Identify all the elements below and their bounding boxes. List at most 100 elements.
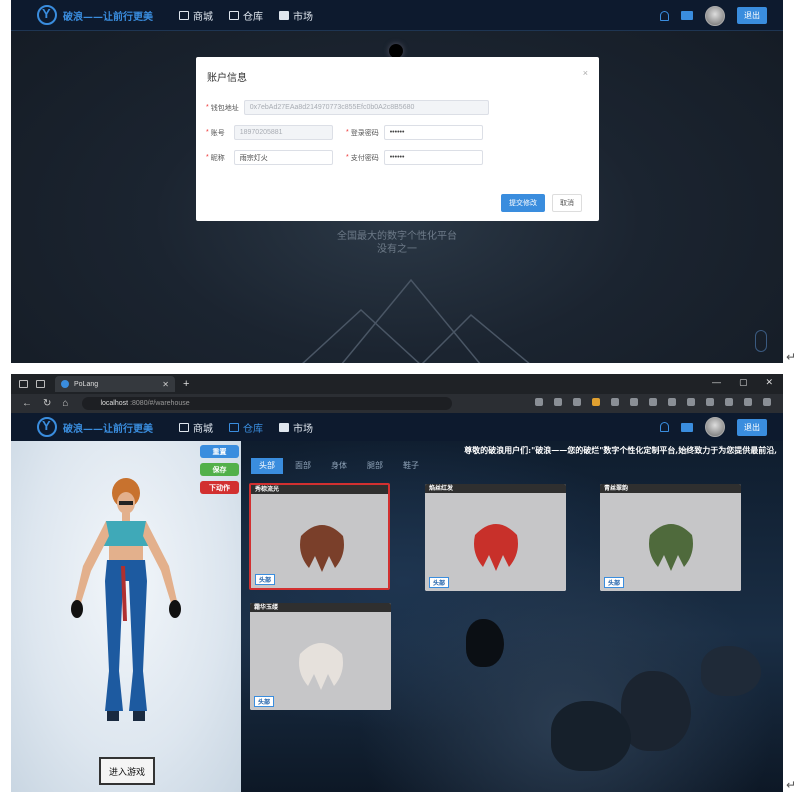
item-name: 青丝翠韵	[600, 484, 741, 493]
folder-icon[interactable]	[681, 422, 693, 432]
close-icon[interactable]: ×	[583, 68, 588, 78]
market-icon	[279, 10, 289, 20]
bell-icon[interactable]	[660, 10, 669, 21]
tab-legs[interactable]: 腿部	[359, 458, 391, 474]
extension-icon[interactable]	[687, 398, 695, 406]
logout-button[interactable]: 退出	[737, 7, 767, 24]
save-button[interactable]: 保存	[200, 463, 239, 476]
browser-tab[interactable]: PoLang ✕	[55, 376, 175, 392]
tab-actions-icon[interactable]	[36, 380, 45, 388]
hair-icon	[649, 524, 693, 571]
item-tag: 头部	[255, 574, 276, 585]
slogan: 全国最大的数字个性化平台 没有之一	[337, 231, 457, 255]
top-nav: 破浪——让前行更美 商城 仓库 市场 退出	[11, 0, 783, 31]
item-card[interactable]: 青丝翠韵 头部	[600, 484, 741, 591]
nav-item-market[interactable]: 市场	[279, 413, 313, 441]
window-controls: — ▢ ✕	[712, 377, 773, 388]
login-password-row: * 登录密码 ••••••	[346, 125, 483, 140]
nickname-row: * 昵称 雨宗灯火	[206, 150, 333, 165]
hair-icon	[474, 524, 518, 571]
extension-icon[interactable]	[535, 398, 543, 406]
extension-icon[interactable]	[630, 398, 638, 406]
mountain-graphic	[302, 278, 530, 363]
url-input[interactable]: localhost:8080/#/warehouse	[82, 397, 453, 410]
character-model[interactable]	[61, 471, 191, 741]
maximize-icon[interactable]: ▢	[739, 377, 748, 388]
account-info-dialog: 账户信息 × * 钱包地址 0x7ebAd27EAa8d214970773c855…	[196, 57, 599, 221]
tab-close-icon[interactable]: ✕	[162, 380, 169, 389]
item-card[interactable]: 秀棕流光 头部	[249, 483, 390, 590]
account-row: * 账号 18970205881	[206, 125, 333, 140]
home-icon[interactable]: ⌂	[62, 398, 68, 409]
item-name: 焰丝红发	[425, 484, 566, 493]
item-tag: 头部	[254, 696, 275, 707]
category-tabs: 头部 面部 身体 腿部 鞋子	[251, 458, 427, 474]
return-mark: ↵	[786, 350, 797, 364]
nickname-field[interactable]: 雨宗灯火	[233, 150, 333, 165]
refresh-icon[interactable]: ↻	[43, 398, 51, 409]
nav-item-market[interactable]: 市场	[279, 0, 313, 31]
wallet-address-field[interactable]: 0x7ebAd27EAa8d214970773c855Efc0b0A2c8B56…	[243, 100, 489, 115]
extension-icon[interactable]	[706, 398, 714, 406]
item-card[interactable]: 焰丝红发 头部	[425, 484, 566, 591]
extension-icon[interactable]	[725, 398, 733, 406]
folder-icon[interactable]	[681, 11, 693, 20]
scroll-down-icon[interactable]	[755, 330, 767, 352]
asteroid	[701, 646, 761, 696]
extension-icon[interactable]	[744, 398, 752, 406]
login-password-field[interactable]: ••••••	[383, 125, 483, 140]
hair-icon	[299, 643, 343, 690]
bell-icon[interactable]	[660, 422, 669, 432]
extension-icon[interactable]	[554, 398, 562, 406]
bag-icon	[179, 10, 189, 20]
new-tab-icon[interactable]: +	[183, 378, 189, 390]
hair-icon	[300, 525, 344, 572]
logo-icon[interactable]	[37, 5, 57, 25]
reset-button[interactable]: 重置	[200, 445, 239, 458]
enter-game-button[interactable]: 进入游戏	[99, 757, 155, 785]
browser-extensions	[535, 398, 771, 406]
extension-icon[interactable]	[611, 398, 619, 406]
nav-item-mall[interactable]: 商城	[179, 0, 213, 31]
nav-item-mall[interactable]: 商城	[179, 413, 213, 441]
extension-icon[interactable]	[592, 398, 600, 406]
warehouse-icon	[229, 10, 239, 20]
address-bar: ← ↻ ⌂ localhost:8080/#/warehouse	[11, 394, 783, 413]
extension-icon[interactable]	[573, 398, 581, 406]
nav-item-warehouse[interactable]: 仓库	[229, 0, 263, 31]
brand-name: 破浪——让前行更美	[63, 11, 153, 23]
workspaces-icon[interactable]	[19, 380, 28, 388]
asteroid	[551, 701, 631, 771]
back-icon[interactable]: ←	[22, 398, 32, 409]
minimize-icon[interactable]: —	[712, 377, 721, 388]
extension-icon[interactable]	[668, 398, 676, 406]
item-name: 霜华玉缕	[250, 603, 391, 612]
browser-tab-bar: PoLang ✕ + — ▢ ✕	[11, 374, 783, 394]
asteroid	[621, 671, 691, 751]
nav-item-warehouse[interactable]: 仓库	[229, 413, 263, 441]
character-stage: 重置 保存 下动作 进入游戏	[11, 441, 241, 792]
logout-button[interactable]: 退出	[737, 418, 767, 436]
tab-head[interactable]: 头部	[251, 458, 283, 474]
extension-icon[interactable]	[763, 398, 771, 406]
tab-body[interactable]: 身体	[323, 458, 355, 474]
tab-shoes[interactable]: 鞋子	[395, 458, 427, 474]
bag-icon	[179, 422, 189, 432]
submit-button[interactable]: 提交修改	[501, 194, 545, 212]
item-card[interactable]: 霜华玉缕 头部	[250, 603, 391, 710]
item-name: 秀棕流光	[251, 485, 388, 494]
cancel-button[interactable]: 取消	[552, 194, 582, 212]
pay-password-field[interactable]: ••••••	[383, 150, 483, 165]
avatar[interactable]	[705, 5, 725, 26]
tab-face[interactable]: 面部	[287, 458, 319, 474]
item-tag: 头部	[604, 577, 625, 588]
item-tag: 头部	[429, 577, 450, 588]
return-mark: ↵	[786, 778, 797, 792]
logo-icon[interactable]	[37, 417, 57, 437]
avatar[interactable]	[705, 417, 725, 437]
warehouse-screenshot: PoLang ✕ + — ▢ ✕ ← ↻ ⌂ localhost:8080/#/…	[11, 374, 783, 792]
close-window-icon[interactable]: ✕	[765, 377, 773, 388]
extension-icon[interactable]	[649, 398, 657, 406]
next-action-button[interactable]: 下动作	[200, 481, 239, 494]
account-field[interactable]: 18970205881	[233, 125, 333, 140]
